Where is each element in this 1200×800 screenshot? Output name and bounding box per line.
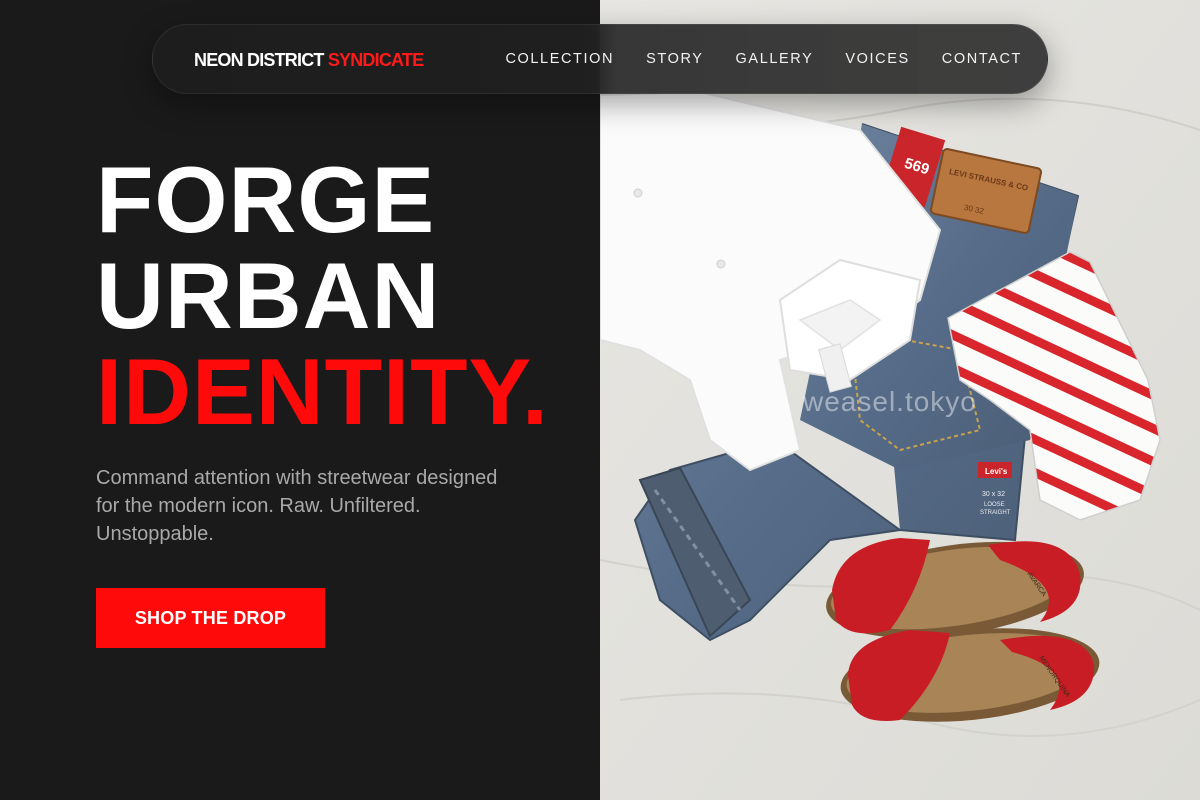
jeans-label-fit-2: STRAIGHT <box>980 510 1011 516</box>
nav-links: COLLECTION STORY GALLERY VOICES CONTACT <box>505 51 1022 67</box>
photo-watermark: weasel.tokyo <box>803 386 977 417</box>
brand-name: NEON DISTRICT <box>194 50 324 70</box>
headline-line-2: URBAN <box>96 243 441 348</box>
brand-accent: SYNDICATE <box>327 50 424 70</box>
top-navigation: NEON DISTRICT SYNDICATE COLLECTION STORY… <box>152 24 1048 94</box>
nav-link-voices[interactable]: VOICES <box>845 51 909 67</box>
headline-line-3: IDENTITY. <box>96 339 549 444</box>
brand-logo[interactable]: NEON DISTRICT SYNDICATE <box>194 50 424 71</box>
shop-the-drop-button[interactable]: SHOP THE DROP <box>96 588 325 648</box>
hero-photo: 569 LEVI STRAUSS & CO 30 32 Levi's 30 x … <box>600 0 1200 800</box>
jeans-label-size: 30 x 32 <box>982 491 1005 498</box>
nav-link-collection[interactable]: COLLECTION <box>505 51 614 67</box>
headline-line-1: FORGE <box>96 147 436 252</box>
jeans-label-fit-1: LOOSE <box>984 502 1005 508</box>
nav-link-contact[interactable]: CONTACT <box>942 51 1022 67</box>
hero-subtext: Command attention with streetwear design… <box>96 467 498 545</box>
nav-link-story[interactable]: STORY <box>646 51 703 67</box>
jeans-label-brand: Levi's <box>985 467 1008 476</box>
hero-headline: FORGE URBAN IDENTITY. <box>96 152 549 440</box>
nav-link-gallery[interactable]: GALLERY <box>736 51 814 67</box>
